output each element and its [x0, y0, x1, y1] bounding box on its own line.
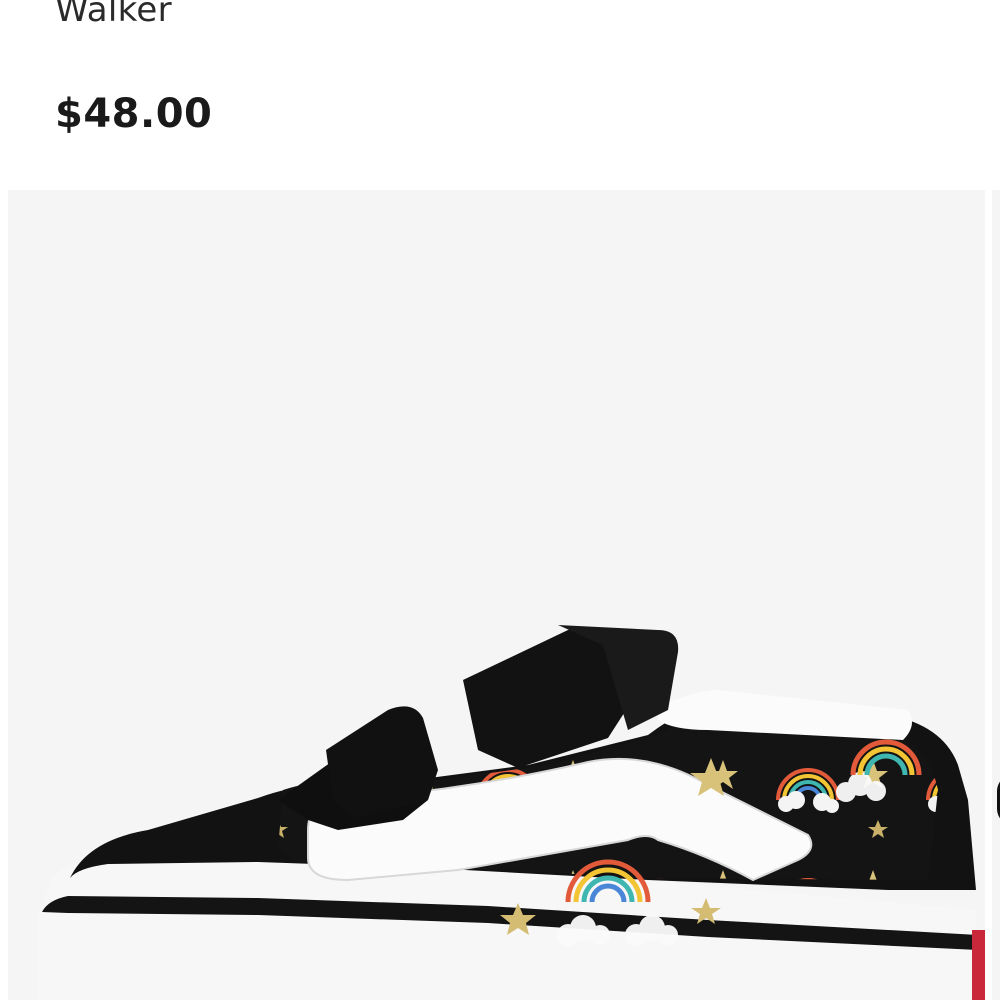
product-header: Walker $48.00: [55, 0, 1000, 190]
next-product-image[interactable]: [992, 190, 1000, 1000]
sneaker-image: [8, 190, 985, 1000]
product-price: $48.00: [55, 91, 213, 137]
product-title: Walker: [55, 0, 172, 30]
product-image-carousel[interactable]: [0, 190, 1000, 1000]
product-image[interactable]: [8, 190, 985, 1000]
